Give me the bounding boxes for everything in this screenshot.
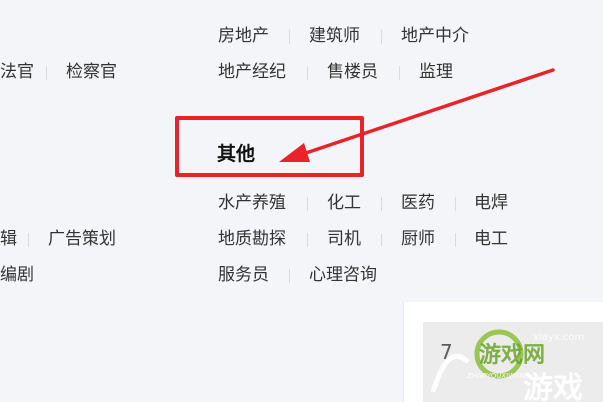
job-link[interactable]: 电工 — [474, 229, 508, 249]
svg-text:游戏: 游戏 — [523, 371, 583, 402]
separator — [307, 233, 308, 247]
separator — [455, 233, 456, 247]
job-link[interactable]: 化工 — [327, 193, 361, 213]
job-link[interactable]: 司机 — [327, 229, 361, 249]
job-link[interactable]: 地质勘探 — [218, 229, 286, 249]
watermark-logo: 游戏网 ZHAOYOUXIWANG xiayx.com 游戏 — [423, 322, 603, 402]
separator — [307, 197, 308, 211]
job-link[interactable]: 电焊 — [474, 193, 508, 213]
separator — [381, 233, 382, 247]
separator — [289, 269, 290, 283]
job-link[interactable]: 水产养殖 — [218, 193, 286, 213]
job-link[interactable]: 心理咨询 — [309, 265, 377, 285]
svg-text:xiayx.com: xiayx.com — [533, 332, 584, 343]
separator — [455, 197, 456, 211]
job-link[interactable]: 服务员 — [218, 265, 269, 285]
job-link[interactable]: 医药 — [401, 193, 435, 213]
svg-text:ZHAOYOUXIWANG: ZHAOYOUXIWANG — [467, 372, 530, 380]
separator — [381, 197, 382, 211]
svg-text:游戏网: 游戏网 — [479, 342, 545, 368]
job-link[interactable]: 厨师 — [401, 229, 435, 249]
